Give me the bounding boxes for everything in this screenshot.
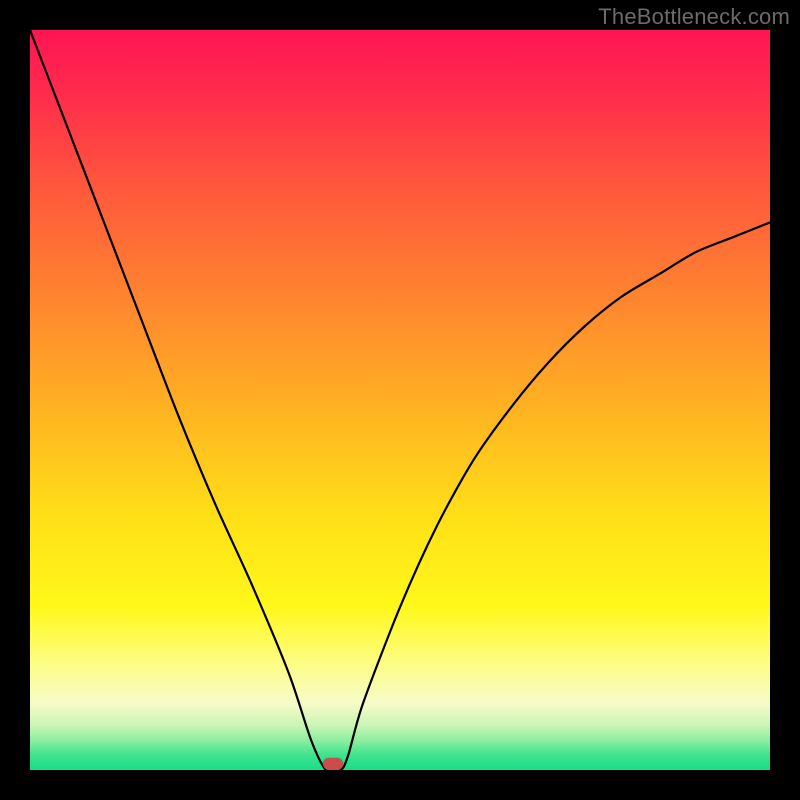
- bottleneck-curve: [30, 30, 770, 770]
- watermark-text: TheBottleneck.com: [598, 4, 790, 30]
- plot-area: [30, 30, 770, 770]
- optimum-marker: [323, 758, 343, 770]
- chart-frame: TheBottleneck.com: [0, 0, 800, 800]
